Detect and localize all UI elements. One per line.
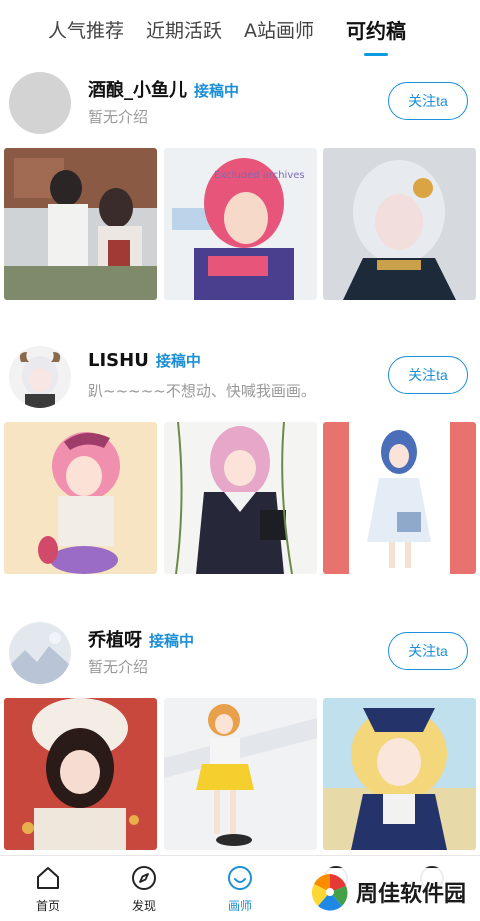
- compass-icon: [132, 866, 156, 890]
- nav-discover-label: 发现: [131, 899, 156, 913]
- nav-home-label: 首页: [35, 899, 60, 913]
- artist-name[interactable]: LISHU: [88, 350, 149, 371]
- nav-artists[interactable]: 画师: [192, 856, 288, 921]
- nav-home[interactable]: 首页: [0, 856, 96, 921]
- status-badge: 接稿中: [155, 352, 201, 370]
- watermark-text: 周佳软件园: [355, 882, 466, 907]
- artwork-thumbnail[interactable]: Excluded archives: [163, 148, 317, 300]
- pinwheel-logo-icon: [311, 874, 348, 911]
- avatar[interactable]: [9, 622, 71, 684]
- artwork-thumbnail[interactable]: [4, 698, 157, 850]
- smile-icon: [228, 866, 252, 890]
- artwork-thumbnail[interactable]: [323, 422, 476, 574]
- tab-commissions[interactable]: 可约稿: [346, 15, 406, 56]
- artist-bio: 暂无介绍: [88, 658, 149, 676]
- nav-artists-label: 画师: [227, 899, 252, 913]
- nav-discover[interactable]: 发现: [96, 856, 192, 921]
- artwork-thumbnail[interactable]: [163, 698, 317, 850]
- tab-a-site-artists[interactable]: A站画师: [244, 16, 314, 43]
- artist-card: LISHU 接稿中 趴~~~~~不想动、快喊我画画。 关注ta: [0, 336, 480, 574]
- artist-card: 酒酿_小鱼儿 接稿中 暂无介绍 关注ta Excluded archives: [0, 62, 480, 300]
- artwork-gallery: Excluded archives: [4, 148, 476, 300]
- follow-button[interactable]: 关注ta: [388, 356, 468, 394]
- artist-name[interactable]: 乔植呀: [88, 626, 142, 652]
- top-tab-bar: 人气推荐 近期活跃 A站画师 可约稿: [0, 0, 480, 58]
- follow-button[interactable]: 关注ta: [388, 632, 468, 670]
- follow-button[interactable]: 关注ta: [388, 82, 468, 120]
- artist-bio: 趴~~~~~不想动、快喊我画画。: [88, 382, 316, 400]
- artwork-thumbnail[interactable]: [163, 422, 317, 574]
- artist-name[interactable]: 酒酿_小鱼儿: [88, 76, 187, 102]
- avatar[interactable]: [9, 72, 71, 134]
- status-badge: 接稿中: [149, 632, 195, 650]
- artwork-gallery: [4, 422, 476, 574]
- artist-card: 乔植呀 接稿中 暂无介绍 关注ta: [0, 612, 480, 850]
- svg-text:Excluded archives: Excluded archives: [214, 170, 305, 181]
- status-badge: 接稿中: [194, 82, 240, 100]
- home-icon: [37, 867, 59, 889]
- tab-popular[interactable]: 人气推荐: [48, 16, 124, 43]
- artwork-thumbnail[interactable]: [4, 422, 157, 574]
- artwork-thumbnail[interactable]: [4, 148, 157, 300]
- avatar[interactable]: [9, 346, 71, 408]
- site-watermark: 周佳软件园: [303, 868, 472, 916]
- artwork-thumbnail[interactable]: [323, 148, 476, 300]
- artist-bio: 暂无介绍: [88, 108, 149, 126]
- tab-recent-active[interactable]: 近期活跃: [146, 16, 222, 43]
- artwork-thumbnail[interactable]: [323, 698, 476, 850]
- artwork-gallery: [4, 698, 476, 850]
